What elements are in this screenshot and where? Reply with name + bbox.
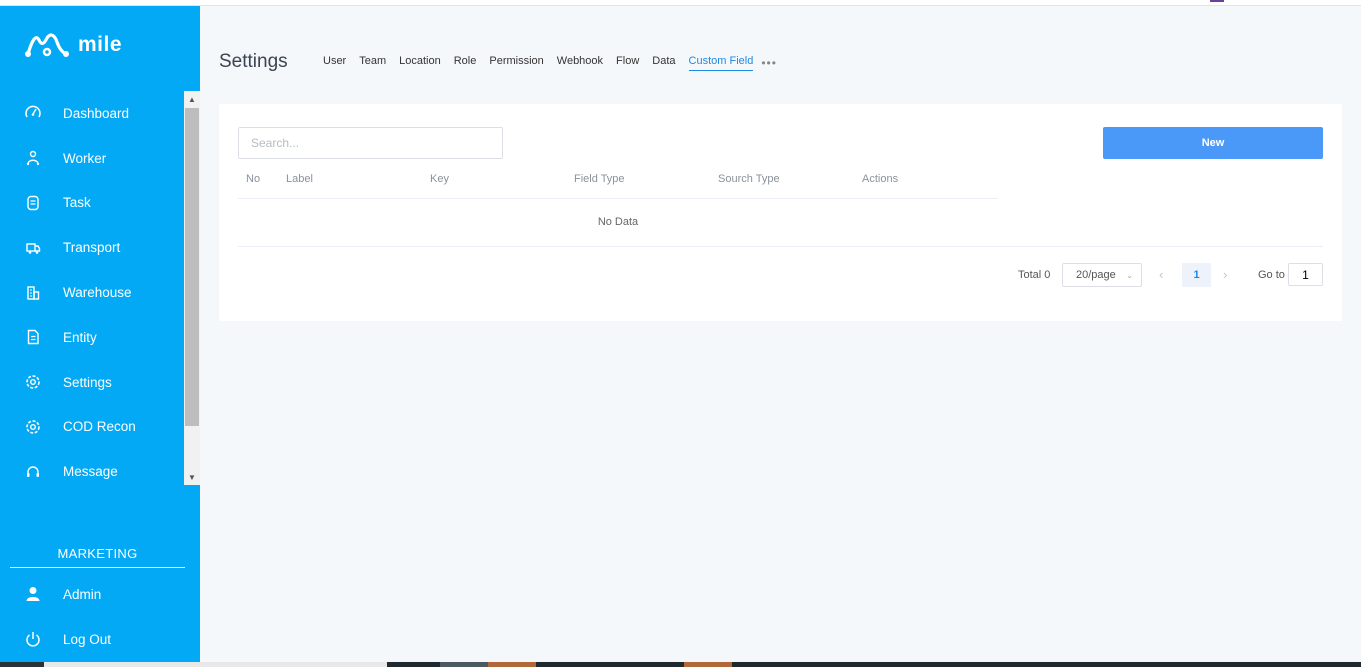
search-input[interactable] xyxy=(238,127,503,159)
column-header-actions: Actions xyxy=(862,173,899,185)
os-taskbar xyxy=(0,662,1361,667)
document-icon xyxy=(24,328,42,346)
sidebar-nav: Dashboard Worker Task Transport Warehous… xyxy=(0,91,184,485)
headset-icon xyxy=(24,463,42,481)
sidebar: mile Dashboard Worker Task Transport War… xyxy=(0,6,200,662)
sidebar-item-cod-recon[interactable]: COD Recon xyxy=(0,405,184,450)
chevron-down-icon: ⌄ xyxy=(1126,270,1133,280)
page-size-select[interactable]: 20/page ⌄ xyxy=(1062,263,1142,287)
taskbar-segment xyxy=(44,662,387,667)
sidebar-item-label: Warehouse xyxy=(63,285,132,301)
sidebar-item-entity[interactable]: Entity xyxy=(0,315,184,360)
sidebar-item-label: Transport xyxy=(63,240,121,256)
prev-page-button[interactable]: ‹ xyxy=(1159,263,1163,287)
sidebar-item-label: Task xyxy=(63,195,91,211)
tab-permission[interactable]: Permission xyxy=(489,55,543,71)
sidebar-item-warehouse[interactable]: Warehouse xyxy=(0,270,184,315)
empty-state: No Data xyxy=(597,216,639,228)
sidebar-item-admin[interactable]: Admin xyxy=(0,572,200,617)
tab-team[interactable]: Team xyxy=(359,55,386,71)
custom-field-panel: New No Label Key Field Type Sourch Type … xyxy=(219,104,1342,321)
tab-flow[interactable]: Flow xyxy=(616,55,639,71)
truck-icon xyxy=(24,239,42,257)
settings-tabs: User Team Location Role Permission Webho… xyxy=(323,55,777,71)
sidebar-scrollbar[interactable]: ▲ ▼ xyxy=(184,91,200,485)
sidebar-item-worker[interactable]: Worker xyxy=(0,136,184,181)
more-icon[interactable]: ••• xyxy=(761,56,777,70)
user-icon xyxy=(24,585,42,603)
window-top-bar xyxy=(0,0,1361,6)
section-title-marketing: MARKETING xyxy=(10,546,185,568)
taskbar-segment xyxy=(488,662,536,667)
sidebar-item-logout[interactable]: Log Out xyxy=(0,617,200,662)
sidebar-item-task[interactable]: Task xyxy=(0,181,184,226)
scroll-up-arrow-icon[interactable]: ▲ xyxy=(184,91,200,107)
sidebar-item-settings[interactable]: Settings xyxy=(0,360,184,405)
goto-label: Go to xyxy=(1258,269,1285,281)
table-header: No Label Key Field Type Sourch Type Acti… xyxy=(238,166,998,199)
worker-icon xyxy=(24,149,42,167)
sidebar-item-label: Dashboard xyxy=(63,105,130,121)
logo[interactable]: mile xyxy=(24,32,122,58)
tab-webhook[interactable]: Webhook xyxy=(557,55,603,71)
sidebar-item-transport[interactable]: Transport xyxy=(0,225,184,270)
column-header-label: Label xyxy=(286,173,313,185)
column-header-source-type: Sourch Type xyxy=(718,173,780,185)
column-header-field-type: Field Type xyxy=(574,173,625,185)
new-button[interactable]: New xyxy=(1103,127,1323,159)
mile-logo-icon xyxy=(25,33,69,57)
sidebar-bottom-nav: Admin Log Out xyxy=(0,572,200,662)
sidebar-item-label: Settings xyxy=(63,374,112,390)
gear-icon xyxy=(24,418,42,436)
sidebar-item-label: Admin xyxy=(63,586,102,602)
logo-text: mile xyxy=(78,33,123,56)
sidebar-item-dashboard[interactable]: Dashboard xyxy=(0,91,184,136)
task-icon xyxy=(24,194,42,212)
column-header-key: Key xyxy=(430,173,449,185)
next-page-button[interactable]: › xyxy=(1223,263,1227,287)
sidebar-item-label: Log Out xyxy=(63,631,112,647)
sidebar-item-label: Message xyxy=(63,464,118,480)
sidebar-item-label: COD Recon xyxy=(63,419,136,435)
column-header-no: No xyxy=(246,173,261,185)
table-divider xyxy=(238,246,1323,247)
gear-icon xyxy=(24,373,42,391)
tab-data[interactable]: Data xyxy=(652,55,675,71)
tab-location[interactable]: Location xyxy=(399,55,441,71)
tab-custom-field[interactable]: Custom Field xyxy=(688,55,754,71)
sidebar-item-label: Worker xyxy=(63,150,107,166)
speedometer-icon xyxy=(24,104,42,122)
taskbar-segment xyxy=(684,662,732,667)
tab-role[interactable]: Role xyxy=(454,55,477,71)
warehouse-icon xyxy=(24,284,42,302)
scroll-down-arrow-icon[interactable]: ▼ xyxy=(184,469,200,485)
taskbar-segment xyxy=(440,662,488,667)
tab-user[interactable]: User xyxy=(323,55,346,71)
taskbar-segment xyxy=(0,662,44,667)
page-title: Settings xyxy=(219,51,288,72)
pagination-total: Total 0 xyxy=(1018,269,1051,281)
sidebar-item-message[interactable]: Message xyxy=(0,449,184,485)
goto-page-input[interactable] xyxy=(1288,263,1323,286)
power-icon xyxy=(24,630,42,648)
sidebar-item-label: Entity xyxy=(63,329,97,345)
page-size-value: 20/page xyxy=(1076,269,1116,281)
window-indicator xyxy=(1210,0,1224,2)
scroll-thumb[interactable] xyxy=(185,108,199,426)
page-number-current[interactable]: 1 xyxy=(1182,263,1211,287)
